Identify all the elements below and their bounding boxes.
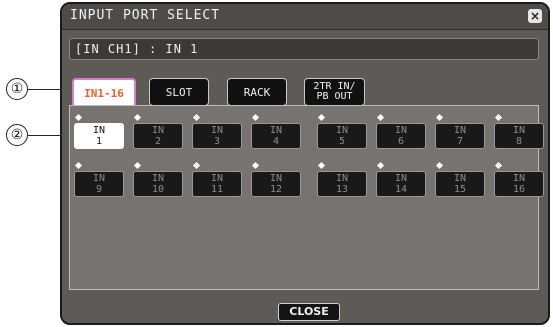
callout-2: ② — [6, 124, 28, 146]
port-prefix: IN — [394, 173, 408, 184]
port-marker-icon — [74, 113, 83, 122]
tab-slot[interactable]: SLOT — [149, 78, 209, 106]
port-number: 7 — [456, 136, 464, 147]
port-button-in-10[interactable]: IN 10 — [133, 171, 183, 197]
port-marker-icon — [376, 161, 385, 170]
port-prefix: IN — [151, 173, 165, 184]
tab-2tr-line2: PB OUT — [316, 91, 353, 102]
tab-2tr-in-pb-out[interactable]: 2TR IN/ PB OUT — [304, 78, 365, 106]
port-number: 14 — [394, 184, 408, 195]
tab-in1-16[interactable]: IN1-16 — [72, 78, 136, 108]
port-number: 6 — [397, 136, 405, 147]
port-marker-icon — [435, 161, 444, 170]
port-button-in-9[interactable]: IN 9 — [74, 171, 124, 197]
port-marker-icon — [251, 161, 260, 170]
port-prefix: IN — [335, 125, 349, 136]
port-number: 1 — [95, 136, 103, 147]
channel-field-text: [IN CH1] : IN 1 — [75, 42, 199, 56]
port-prefix: IN — [394, 125, 408, 136]
tab-slot-label: SLOT — [165, 85, 193, 99]
port-button-in-5[interactable]: IN 5 — [317, 123, 367, 149]
port-button-in-14[interactable]: IN 14 — [376, 171, 426, 197]
port-button-in-15[interactable]: IN 15 — [435, 171, 485, 197]
port-marker-icon — [494, 113, 503, 122]
close-icon[interactable]: × — [528, 9, 542, 23]
port-number: 15 — [453, 184, 467, 195]
titlebar: INPUT PORT SELECT × — [62, 4, 548, 30]
port-marker-icon — [376, 113, 385, 122]
callout-1: ① — [6, 78, 28, 100]
port-prefix: IN — [151, 125, 165, 136]
port-number: 8 — [515, 136, 523, 147]
port-number: 13 — [335, 184, 349, 195]
port-prefix: IN — [210, 125, 224, 136]
port-number: 2 — [154, 136, 162, 147]
port-prefix: IN — [92, 125, 106, 136]
port-number: 12 — [269, 184, 283, 195]
input-port-select-dialog: INPUT PORT SELECT × [IN CH1] : IN 1 IN1-… — [60, 2, 550, 325]
port-button-in-7[interactable]: IN 7 — [435, 123, 485, 149]
port-button-in-6[interactable]: IN 6 — [376, 123, 426, 149]
port-button-in-13[interactable]: IN 13 — [317, 171, 367, 197]
port-panel: IN 1 IN 2 IN 3 IN 4 IN 5 IN 6 IN 7 IN 8 IN 9 IN 10 IN 11 IN 12 I… — [69, 105, 544, 290]
port-button-in-8[interactable]: IN 8 — [494, 123, 544, 149]
port-button-in-3[interactable]: IN 3 — [192, 123, 242, 149]
port-prefix: IN — [453, 173, 467, 184]
port-button-in-12[interactable]: IN 12 — [251, 171, 301, 197]
port-marker-icon — [192, 113, 201, 122]
port-number: 4 — [272, 136, 280, 147]
port-prefix: IN — [210, 173, 224, 184]
port-number: 16 — [512, 184, 526, 195]
tab-rack[interactable]: RACK — [227, 78, 287, 106]
port-number: 3 — [213, 136, 221, 147]
port-number: 5 — [338, 136, 346, 147]
port-prefix: IN — [453, 125, 467, 136]
port-marker-icon — [317, 113, 326, 122]
port-prefix: IN — [512, 125, 526, 136]
close-button[interactable]: CLOSE — [278, 303, 340, 321]
channel-field: [IN CH1] : IN 1 — [69, 38, 539, 60]
port-button-in-16[interactable]: IN 16 — [494, 171, 544, 197]
dialog-title: INPUT PORT SELECT — [70, 8, 221, 23]
port-number: 9 — [95, 184, 103, 195]
port-prefix: IN — [512, 173, 526, 184]
port-marker-icon — [494, 161, 503, 170]
tab-in1-16-label: IN1-16 — [84, 86, 124, 100]
port-number: 10 — [151, 184, 165, 195]
port-prefix: IN — [269, 125, 283, 136]
port-marker-icon — [192, 161, 201, 170]
port-marker-icon — [133, 161, 142, 170]
port-button-in-1[interactable]: IN 1 — [74, 123, 124, 149]
tab-rack-label: RACK — [243, 85, 271, 99]
port-button-in-11[interactable]: IN 11 — [192, 171, 242, 197]
port-button-in-2[interactable]: IN 2 — [133, 123, 183, 149]
port-button-in-4[interactable]: IN 4 — [251, 123, 301, 149]
port-marker-icon — [74, 161, 83, 170]
port-marker-icon — [317, 161, 326, 170]
port-marker-icon — [251, 113, 260, 122]
port-number: 11 — [210, 184, 224, 195]
port-marker-icon — [435, 113, 444, 122]
port-prefix: IN — [335, 173, 349, 184]
port-marker-icon — [133, 113, 142, 122]
port-prefix: IN — [92, 173, 106, 184]
port-prefix: IN — [269, 173, 283, 184]
